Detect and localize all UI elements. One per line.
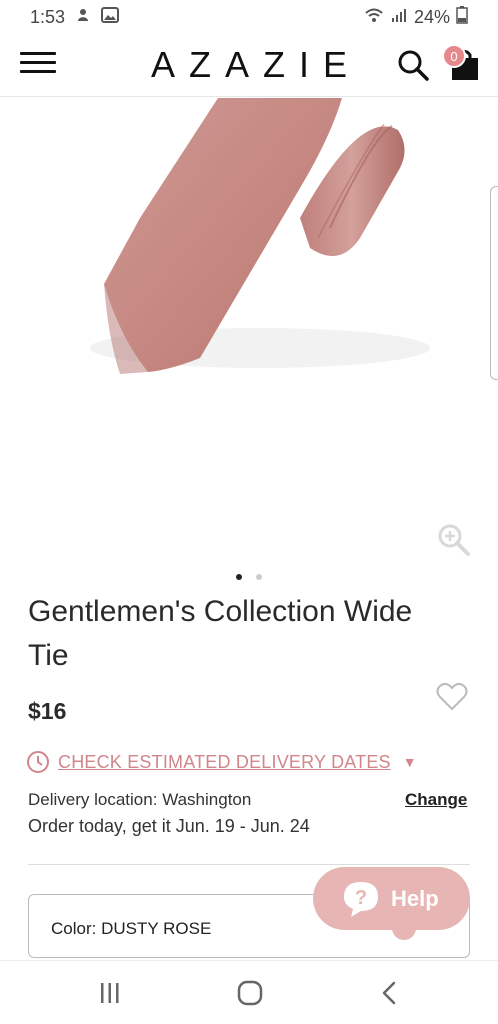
- change-location-link[interactable]: Change: [405, 790, 467, 810]
- system-nav-bar: [0, 960, 498, 1024]
- status-left: 1:53: [30, 6, 120, 28]
- wishlist-button[interactable]: [436, 682, 468, 712]
- product-image[interactable]: [0, 98, 498, 568]
- zoom-icon: [438, 524, 470, 556]
- back-icon: [382, 981, 396, 1005]
- wifi-icon: [364, 7, 384, 28]
- battery-percent: 24%: [413, 6, 450, 27]
- status-time: 1:53: [30, 6, 66, 27]
- chevron-down-icon: ▼: [402, 754, 417, 770]
- delivery-location: Delivery location: Washington: [28, 790, 251, 810]
- delivery-location-value: Washington: [162, 790, 252, 809]
- search-button[interactable]: [396, 48, 430, 82]
- battery-icon: [456, 5, 468, 29]
- help-button[interactable]: ? Help: [313, 867, 470, 930]
- gallery-dot-2[interactable]: [256, 574, 262, 580]
- cart-button[interactable]: 0: [442, 44, 482, 82]
- cart-count-badge: 0: [442, 44, 466, 68]
- product-title: Gentlemen's Collection Wide Tie: [28, 595, 413, 672]
- back-button[interactable]: [376, 979, 404, 1007]
- divider: [28, 864, 470, 865]
- status-bar: 1:53 24%: [0, 0, 498, 34]
- heart-icon: [436, 682, 468, 711]
- status-right: 24%: [364, 5, 468, 29]
- color-select-label: Color: DUSTY ROSE: [51, 919, 212, 938]
- product-price: $16: [28, 698, 67, 724]
- home-icon: [237, 980, 263, 1006]
- gallery-icon: [101, 6, 120, 28]
- home-button[interactable]: [236, 979, 264, 1007]
- signal-icon: [390, 7, 408, 28]
- recent-apps-button[interactable]: [96, 981, 124, 1005]
- svg-text:?: ?: [355, 887, 367, 909]
- recent-apps-icon: [101, 983, 119, 1003]
- clock-icon: [27, 751, 49, 773]
- search-icon: [398, 50, 429, 81]
- help-label: Help: [391, 885, 439, 911]
- order-delivery-estimate: Order today, get it Jun. 19 - Jun. 24: [28, 816, 310, 836]
- side-drawer-handle[interactable]: [490, 186, 498, 380]
- gallery-dot-1[interactable]: [236, 574, 242, 580]
- help-chat-icon: ?: [344, 881, 378, 917]
- app-header: AZAZIE 0: [0, 34, 498, 97]
- zoom-button[interactable]: [436, 522, 472, 558]
- delivery-location-label: Delivery location:: [28, 790, 158, 809]
- check-delivery-dates-link[interactable]: CHECK ESTIMATED DELIVERY DATES ▼: [26, 750, 417, 774]
- notification-icon: [75, 7, 91, 28]
- delivery-link-label: CHECK ESTIMATED DELIVERY DATES: [58, 751, 391, 772]
- gallery-pagination: [0, 574, 498, 580]
